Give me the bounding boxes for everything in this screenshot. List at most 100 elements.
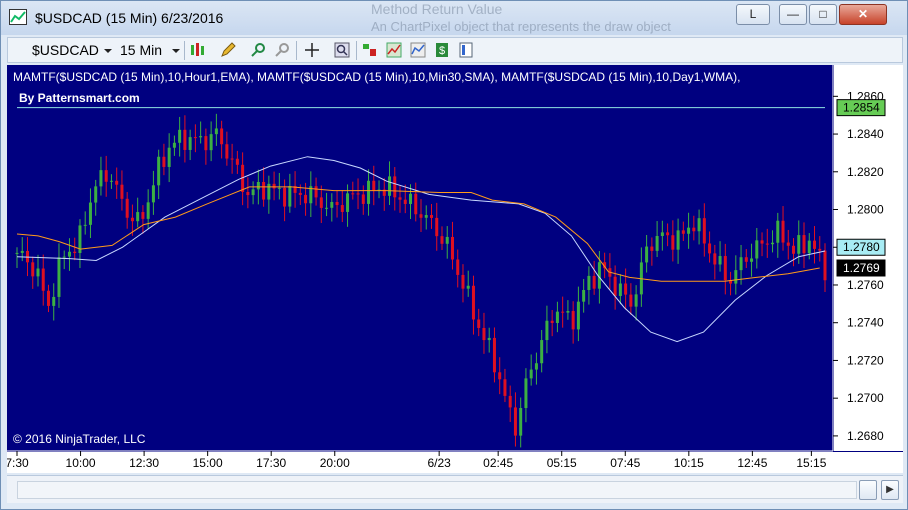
candle-body xyxy=(797,235,801,254)
time-tick-label: 10:15 xyxy=(674,456,704,470)
strategy-icon[interactable] xyxy=(362,42,378,58)
candle xyxy=(734,255,738,295)
candle-body xyxy=(162,156,166,167)
candle xyxy=(786,229,790,260)
candle xyxy=(813,226,817,264)
candle-body xyxy=(624,283,628,295)
candle xyxy=(692,215,696,241)
candle xyxy=(655,221,659,258)
chevron-down-icon[interactable] xyxy=(172,49,180,53)
candle xyxy=(377,180,381,199)
candle-body xyxy=(304,194,308,204)
candle xyxy=(492,327,496,383)
candle xyxy=(613,265,617,310)
candle xyxy=(429,204,433,229)
candle xyxy=(744,249,748,268)
scrollbar-thumb[interactable] xyxy=(859,480,877,500)
candle-body xyxy=(351,193,355,195)
candle-body xyxy=(199,136,203,138)
zoom-in-icon[interactable] xyxy=(250,42,266,58)
candle-body xyxy=(561,311,565,313)
time-tick-label: 12:45 xyxy=(737,456,767,470)
horizontal-scrollbar[interactable]: ▶ xyxy=(7,475,903,503)
candle xyxy=(151,170,155,215)
candle xyxy=(356,178,360,210)
candle xyxy=(561,296,565,328)
instrument-selector[interactable]: $USDCAD xyxy=(32,42,99,58)
candle-body xyxy=(31,262,35,277)
maximize-button[interactable]: □ xyxy=(809,4,837,25)
dollar-icon[interactable]: $ xyxy=(434,42,450,58)
candle xyxy=(419,199,423,233)
candle xyxy=(776,212,780,258)
candle xyxy=(15,247,19,268)
minimize-button[interactable]: — xyxy=(779,4,807,25)
price-marker-icon[interactable] xyxy=(410,42,426,58)
background-window-text: Method Return Value xyxy=(371,1,503,17)
pencil-icon[interactable] xyxy=(220,42,236,58)
candle xyxy=(440,226,444,250)
candle xyxy=(466,270,470,297)
candle xyxy=(582,278,586,313)
candle-body xyxy=(540,340,544,364)
scroll-right-button[interactable]: ▶ xyxy=(881,480,899,500)
price-chart[interactable]: 1.28601.28401.28201.28001.27801.27601.27… xyxy=(5,65,904,474)
candle xyxy=(618,274,622,305)
link-button[interactable]: L xyxy=(736,4,770,25)
interval-selector[interactable]: 15 Min xyxy=(120,42,162,58)
candle-body xyxy=(419,214,423,218)
time-tick-label: 20:00 xyxy=(320,456,350,470)
candle xyxy=(220,120,224,159)
candle-body xyxy=(214,128,218,135)
candle-body xyxy=(545,320,549,341)
candle xyxy=(592,260,596,295)
candle xyxy=(272,171,276,201)
candle-body xyxy=(283,187,287,207)
candle-body xyxy=(246,191,250,196)
candle xyxy=(681,221,685,241)
crosshair-icon[interactable] xyxy=(304,42,320,58)
candle-body xyxy=(718,256,722,265)
candle-body xyxy=(183,129,187,150)
candle-body xyxy=(571,311,575,330)
candle xyxy=(361,185,365,215)
chart-canvas[interactable]: 1.28601.28401.28201.28001.27801.27601.27… xyxy=(5,65,904,474)
candle xyxy=(807,233,811,260)
window-title: $USDCAD (15 Min) 6/23/2016 xyxy=(35,10,224,26)
title-bar[interactable]: $USDCAD (15 Min) 6/23/2016 Method Return… xyxy=(1,1,907,35)
chart-style-icon[interactable] xyxy=(386,42,402,58)
bar-type-icon[interactable] xyxy=(190,42,206,58)
price-tick-label: 1.2840 xyxy=(847,127,884,141)
candle-body xyxy=(330,202,334,208)
properties-icon[interactable] xyxy=(458,42,474,58)
candle-body xyxy=(225,144,229,159)
candle-body xyxy=(193,137,197,139)
candle-body xyxy=(277,187,281,189)
chevron-down-icon[interactable] xyxy=(104,49,112,53)
candle xyxy=(62,250,66,270)
candle xyxy=(372,165,376,206)
price-tick-label: 1.2700 xyxy=(847,391,884,405)
candle-body xyxy=(424,215,428,218)
candle-body xyxy=(471,285,475,320)
candle-body xyxy=(513,407,517,436)
candle-body xyxy=(120,184,124,199)
candle xyxy=(251,181,255,205)
scrollbar-track[interactable] xyxy=(17,481,857,499)
candle-body xyxy=(671,235,675,250)
candle-body xyxy=(188,137,192,150)
candle-body xyxy=(660,232,664,237)
candle-body xyxy=(734,270,738,284)
candle-body xyxy=(340,205,344,212)
candle xyxy=(713,244,717,280)
magnifier-icon[interactable] xyxy=(334,42,350,58)
close-button[interactable]: ✕ xyxy=(839,4,887,25)
candle-body xyxy=(372,180,376,191)
candle-body xyxy=(267,183,271,200)
candle xyxy=(624,268,628,310)
candle xyxy=(83,211,87,235)
price-tick-label: 1.2820 xyxy=(847,165,884,179)
candle-body xyxy=(818,248,822,251)
candle-body xyxy=(587,275,591,290)
zoom-out-icon[interactable] xyxy=(274,42,290,58)
